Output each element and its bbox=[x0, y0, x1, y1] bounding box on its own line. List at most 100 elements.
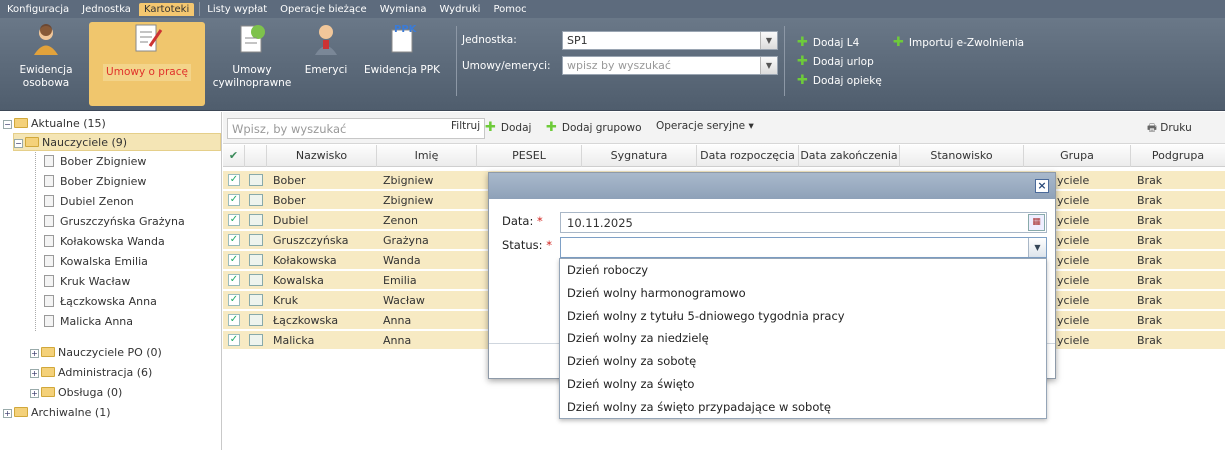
tree-node-nauczyciele[interactable]: − Nauczyciele (9) bbox=[13, 133, 221, 151]
cell-group: yciele bbox=[1057, 234, 1090, 247]
menu-kartoteki[interactable]: Kartoteki bbox=[138, 2, 195, 16]
tree-person[interactable]: Gruszczyńska Grażyna bbox=[44, 213, 185, 231]
menu-wydruki[interactable]: Wydruki bbox=[434, 3, 485, 16]
row-checkbox[interactable]: ✓ bbox=[228, 214, 240, 226]
employee-tree: − Aktualne (15) − Nauczyciele (9) Bober Zb… bbox=[0, 112, 222, 450]
expand-icon[interactable]: + bbox=[30, 389, 39, 398]
column-nazwisko[interactable]: Nazwisko bbox=[267, 145, 377, 167]
contract-row-icon[interactable] bbox=[249, 214, 263, 226]
row-checkbox[interactable]: ✓ bbox=[228, 194, 240, 206]
column-data-zakonczenia[interactable]: Data zakończenia bbox=[799, 145, 900, 167]
close-icon[interactable]: × bbox=[1035, 179, 1049, 193]
status-option[interactable]: Dzień wolny za święto przypadające w sob… bbox=[560, 396, 1046, 419]
importuj-ezwolnienia-link[interactable]: ✚ Importuj e-Zwolnienia bbox=[893, 35, 1024, 50]
column-pesel[interactable]: PESEL bbox=[477, 145, 582, 167]
umowy-o-prace-button[interactable]: Umowy o pracę bbox=[89, 22, 205, 106]
row-checkbox[interactable]: ✓ bbox=[228, 294, 240, 306]
tree-node-obsluga[interactable]: + Obsługa (0) bbox=[30, 384, 122, 402]
contract-row-icon[interactable] bbox=[249, 194, 263, 206]
dodaj-opieke-link[interactable]: ✚ Dodaj opiekę bbox=[797, 73, 882, 88]
tree-person[interactable]: Malicka Anna bbox=[44, 313, 133, 331]
tree-person[interactable]: Kowalska Emilia bbox=[44, 253, 148, 271]
column-data-rozpoczecia[interactable]: Data rozpoczęcia bbox=[697, 145, 799, 167]
tree-person[interactable]: Bober Zbigniew bbox=[44, 153, 146, 171]
column-podgrupa[interactable]: Podgrupa bbox=[1131, 145, 1225, 167]
filter-button[interactable]: Filtruj bbox=[451, 120, 480, 132]
ewidencja-osobowa-button[interactable]: Ewidencja osobowa bbox=[8, 22, 84, 106]
row-checkbox[interactable]: ✓ bbox=[228, 174, 240, 186]
tree-node-nauczyciele-po[interactable]: + Nauczyciele PO (0) bbox=[30, 344, 162, 362]
umowy-cywilnoprawne-button[interactable]: Umowy cywilnoprawne bbox=[212, 22, 292, 106]
menu-listy-wyplat[interactable]: Listy wypłat bbox=[202, 3, 272, 16]
date-field[interactable]: 10.11.2025 ▦ bbox=[560, 212, 1047, 233]
contract-row-icon[interactable] bbox=[249, 334, 263, 346]
chevron-down-icon[interactable]: ▼ bbox=[760, 57, 777, 74]
tree-node-aktualne[interactable]: − Aktualne (15) bbox=[3, 115, 106, 133]
search-input[interactable]: Wpisz, by wyszukać bbox=[227, 118, 485, 139]
button-label: Emeryci bbox=[304, 64, 348, 76]
status-option[interactable]: Dzień wolny za niedzielę bbox=[560, 327, 1046, 350]
chevron-down-icon[interactable]: ▼ bbox=[1028, 238, 1046, 257]
row-checkbox[interactable]: ✓ bbox=[228, 314, 240, 326]
row-checkbox[interactable]: ✓ bbox=[228, 274, 240, 286]
row-checkbox[interactable]: ✓ bbox=[228, 254, 240, 266]
umowy-search-select[interactable]: wpisz by wyszukać ▼ bbox=[562, 56, 778, 75]
menu-jednostka[interactable]: Jednostka bbox=[77, 3, 136, 16]
contract-row-icon[interactable] bbox=[249, 314, 263, 326]
contract-row-icon[interactable] bbox=[249, 274, 263, 286]
chevron-down-icon[interactable]: ▼ bbox=[760, 32, 777, 49]
tree-label: Gruszczyńska Grażyna bbox=[60, 215, 185, 228]
plus-icon: ✚ bbox=[797, 35, 808, 50]
menu-wymiana[interactable]: Wymiana bbox=[375, 3, 432, 16]
contract-row-icon[interactable] bbox=[249, 174, 263, 186]
select-all-checkbox[interactable]: ✔ bbox=[223, 145, 245, 167]
column-stanowisko[interactable]: Stanowisko bbox=[900, 145, 1024, 167]
status-option[interactable]: Dzień roboczy bbox=[560, 259, 1046, 282]
status-option[interactable]: Dzień wolny harmonogramowo bbox=[560, 282, 1046, 305]
cell-subgroup: Brak bbox=[1137, 194, 1163, 207]
tree-person[interactable]: Kruk Wacław bbox=[44, 273, 130, 291]
status-option[interactable]: Dzień wolny za święto bbox=[560, 373, 1046, 396]
contract-row-icon[interactable] bbox=[249, 294, 263, 306]
tree-node-administracja[interactable]: + Administracja (6) bbox=[30, 364, 152, 382]
cell-subgroup: Brak bbox=[1137, 294, 1163, 307]
tree-person[interactable]: Kołakowska Wanda bbox=[44, 233, 165, 251]
cell-group: yciele bbox=[1057, 214, 1090, 227]
column-sygnatura[interactable]: Sygnatura bbox=[582, 145, 697, 167]
row-checkbox[interactable]: ✓ bbox=[228, 334, 240, 346]
menu-pomoc[interactable]: Pomoc bbox=[488, 3, 531, 16]
status-option[interactable]: Dzień wolny z tytułu 5-dniowego tygodnia… bbox=[560, 305, 1046, 328]
column-imie[interactable]: Imię bbox=[377, 145, 477, 167]
collapse-icon[interactable]: − bbox=[14, 139, 23, 148]
add-group-button[interactable]: ✚ Dodaj grupowo bbox=[546, 120, 642, 135]
expand-icon[interactable]: + bbox=[30, 349, 39, 358]
contract-row-icon[interactable] bbox=[249, 254, 263, 266]
expand-icon[interactable]: + bbox=[3, 409, 12, 418]
status-option[interactable]: Dzień wolny za sobotę bbox=[560, 350, 1046, 373]
tree-person[interactable]: Bober Zbigniew bbox=[44, 173, 146, 191]
dialog-titlebar[interactable] bbox=[489, 173, 1055, 199]
column-grupa[interactable]: Grupa bbox=[1024, 145, 1131, 167]
add-button[interactable]: ✚ Dodaj bbox=[485, 120, 531, 135]
tree-person[interactable]: Łączkowska Anna bbox=[44, 293, 157, 311]
menu-konfiguracja[interactable]: Konfiguracja bbox=[2, 3, 74, 16]
serial-operations-button[interactable]: Operacje seryjne ▾ bbox=[656, 120, 754, 132]
tree-label: Nauczyciele (9) bbox=[42, 136, 128, 149]
status-select[interactable]: ▼ bbox=[560, 237, 1047, 258]
expand-icon[interactable]: + bbox=[30, 369, 39, 378]
emeryci-button[interactable]: Emeryci bbox=[300, 22, 352, 106]
dodaj-urlop-link[interactable]: ✚ Dodaj urlop bbox=[797, 54, 874, 69]
cell-first-name: Emilia bbox=[383, 274, 417, 287]
document-icon bbox=[44, 295, 54, 307]
ewidencja-ppk-button[interactable]: PPK Ewidencja PPK bbox=[354, 22, 450, 106]
dodaj-l4-link[interactable]: ✚ Dodaj L4 bbox=[797, 35, 859, 50]
row-checkbox[interactable]: ✓ bbox=[228, 234, 240, 246]
print-button[interactable]: 🖶 Druku bbox=[1147, 120, 1192, 138]
menu-operacje-biezace[interactable]: Operacje bieżące bbox=[275, 3, 372, 16]
jednostka-select[interactable]: SP1 ▼ bbox=[562, 31, 778, 50]
tree-node-archiwalne[interactable]: + Archiwalne (1) bbox=[3, 404, 111, 422]
contract-row-icon[interactable] bbox=[249, 234, 263, 246]
tree-person[interactable]: Dubiel Zenon bbox=[44, 193, 134, 211]
calendar-icon[interactable]: ▦ bbox=[1028, 214, 1045, 231]
collapse-icon[interactable]: − bbox=[3, 120, 12, 129]
